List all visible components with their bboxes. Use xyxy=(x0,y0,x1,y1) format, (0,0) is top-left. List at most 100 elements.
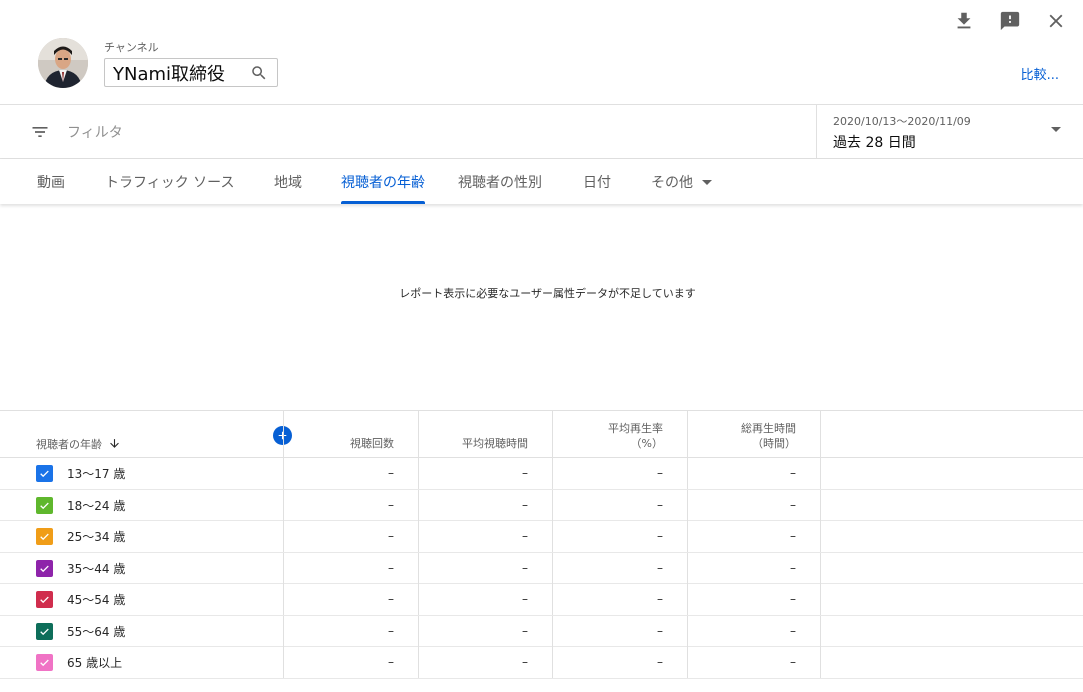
header-actions xyxy=(951,8,1069,34)
table-cell: – xyxy=(687,552,821,584)
compare-link[interactable]: 比較... xyxy=(1021,64,1059,83)
table-cell: – xyxy=(418,647,552,678)
close-icon[interactable] xyxy=(1043,8,1069,34)
check-icon xyxy=(40,659,49,667)
column-header-avg-view-duration[interactable]: 平均視聴時間 xyxy=(418,411,552,458)
table-row: 25〜34 歳 – – – – xyxy=(0,521,1083,553)
filter-icon[interactable] xyxy=(30,122,50,142)
check-icon xyxy=(40,470,49,478)
feedback-icon[interactable] xyxy=(997,8,1023,34)
table-header: 視聴者の年齢 視聴回数 平均視聴時間 平均再生率 （%） 総再生時間 （時間） xyxy=(0,411,1083,458)
check-icon xyxy=(40,502,49,509)
series-checkbox[interactable] xyxy=(36,591,53,608)
table-cell: – xyxy=(283,647,418,678)
column-header-watch-time[interactable]: 総再生時間 （時間） xyxy=(687,411,821,458)
date-preset: 過去 28 日間 xyxy=(833,135,916,151)
row-label: 45〜54 歳 xyxy=(67,593,126,607)
table-cell: – xyxy=(687,584,821,615)
table-cell: – xyxy=(283,615,418,647)
row-dimension-cell: 25〜34 歳 xyxy=(36,521,125,552)
row-label: 35〜44 歳 xyxy=(67,561,126,576)
table-row: 35〜44 歳 – – – – xyxy=(0,552,1083,584)
series-checkbox[interactable] xyxy=(36,528,53,545)
row-dimension-cell: 55〜64 歳 xyxy=(36,616,125,647)
search-icon[interactable] xyxy=(250,64,268,82)
series-checkbox[interactable] xyxy=(36,559,53,577)
table-cell: – xyxy=(687,489,821,521)
filter-placeholder[interactable]: フィルタ xyxy=(67,122,123,142)
table-cell: – xyxy=(418,521,552,552)
row-label: 65 歳以上 xyxy=(67,656,123,670)
series-checkbox[interactable] xyxy=(36,654,53,671)
row-dimension-cell: 18〜24 歳 xyxy=(36,490,125,521)
table-cell: – xyxy=(552,584,687,615)
row-label: 25〜34 歳 xyxy=(67,530,126,544)
table-row: 45〜54 歳 – – – – xyxy=(0,584,1083,616)
table-cell: – xyxy=(418,458,552,489)
check-icon xyxy=(40,565,49,572)
filter-bar[interactable]: フィルタ xyxy=(0,105,816,158)
table-cell: – xyxy=(552,615,687,647)
series-checkbox[interactable] xyxy=(36,622,53,640)
table-cell: – xyxy=(552,552,687,584)
insufficient-data-notice: レポート表示に必要なユーザー属性データが不足しています xyxy=(399,287,696,300)
tab-traffic-source[interactable]: トラフィック ソース xyxy=(105,159,234,204)
dropdown-arrow-icon xyxy=(1051,127,1061,132)
channel-label: チャンネル xyxy=(104,41,159,54)
table-row: 13〜17 歳 – – – – xyxy=(0,458,1083,490)
table-cell: – xyxy=(418,489,552,521)
row-label: 55〜64 歳 xyxy=(67,624,126,639)
tab-more[interactable]: その他 xyxy=(651,159,712,204)
table-cell: – xyxy=(418,615,552,647)
table-row: 18〜24 歳 – – – – xyxy=(0,489,1083,521)
tab-videos[interactable]: 動画 xyxy=(37,159,65,204)
table-cell: – xyxy=(283,521,418,552)
download-icon[interactable] xyxy=(951,8,977,34)
table-cell: – xyxy=(552,489,687,521)
dimension-header[interactable]: 視聴者の年齢 xyxy=(36,411,283,458)
report-tabs: 動画 トラフィック ソース 地域 視聴者の年齢 視聴者の性別 日付 その他 xyxy=(0,159,1083,204)
dropdown-arrow-icon xyxy=(702,179,712,185)
table-cell: – xyxy=(283,489,418,521)
series-checkbox[interactable] xyxy=(36,465,53,482)
sort-down-arrow-icon[interactable] xyxy=(108,437,121,450)
table-cell: – xyxy=(283,552,418,584)
column-header-avg-percentage-viewed[interactable]: 平均再生率 （%） xyxy=(552,411,687,458)
row-dimension-cell: 65 歳以上 xyxy=(36,647,122,678)
row-dimension-cell: 13〜17 歳 xyxy=(36,458,125,489)
table-cell: – xyxy=(283,458,418,489)
row-dimension-cell: 45〜54 歳 xyxy=(36,584,125,615)
table-cell: – xyxy=(687,458,821,489)
check-icon xyxy=(40,628,49,635)
table-row: 65 歳以上 – – – – xyxy=(0,647,1083,679)
row-dimension-cell: 35〜44 歳 xyxy=(36,553,125,584)
table-cell: – xyxy=(687,521,821,552)
table-cell: – xyxy=(418,584,552,615)
row-label: 13〜17 歳 xyxy=(67,467,126,481)
channel-info: チャンネル YNami取締役 xyxy=(104,39,278,87)
row-label: 18〜24 歳 xyxy=(67,498,126,513)
tab-geography[interactable]: 地域 xyxy=(274,159,302,204)
series-checkbox[interactable] xyxy=(36,496,53,514)
avatar xyxy=(38,38,88,88)
channel-selector-block: チャンネル YNami取締役 xyxy=(38,38,278,88)
table-cell: – xyxy=(283,584,418,615)
table-row: 55〜64 歳 – – – – xyxy=(0,615,1083,647)
data-table: 視聴者の年齢 視聴回数 平均視聴時間 平均再生率 （%） 総再生時間 （時間） 13… xyxy=(0,410,1083,679)
check-icon xyxy=(40,533,49,541)
table-cell: – xyxy=(687,615,821,647)
channel-search-field[interactable]: YNami取締役 xyxy=(104,58,278,87)
channel-name: YNami取締役 xyxy=(113,63,226,85)
tab-viewer-gender[interactable]: 視聴者の性別 xyxy=(458,159,542,204)
tab-viewer-age[interactable]: 視聴者の年齢 xyxy=(341,159,425,204)
table-cell: – xyxy=(687,647,821,678)
tab-date[interactable]: 日付 xyxy=(583,159,611,204)
check-icon xyxy=(40,596,49,604)
date-range-text: 2020/10/13〜2020/11/09 xyxy=(833,115,971,128)
table-cell: – xyxy=(418,552,552,584)
date-range-picker[interactable]: 2020/10/13〜2020/11/09 過去 28 日間 xyxy=(816,105,1083,158)
table-cell: – xyxy=(552,647,687,678)
table-body: 13〜17 歳 – – – –18〜24 歳 – – – –25〜34 歳 – – – –35〜44 歳… xyxy=(0,458,1083,679)
table-cell: – xyxy=(552,458,687,489)
column-header-views[interactable]: 視聴回数 xyxy=(283,411,418,458)
